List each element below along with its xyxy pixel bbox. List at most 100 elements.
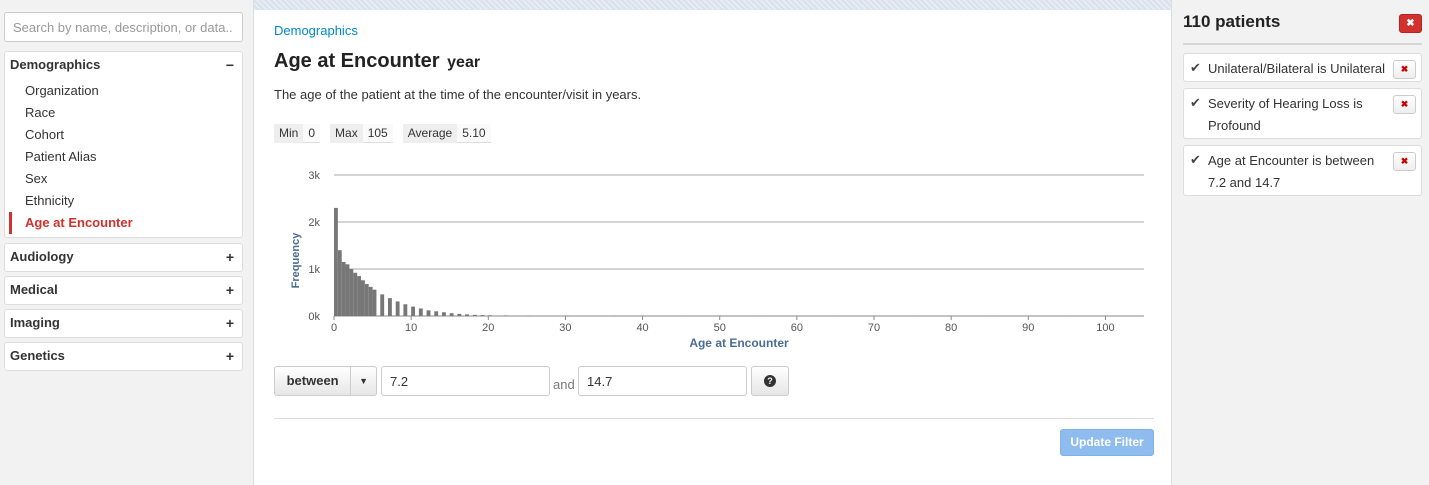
sidebar-item-patient-alias[interactable]: Patient Alias [5,146,242,168]
stat-max: Max 105 [330,124,393,143]
histogram-bar [480,315,485,316]
section-header-imaging[interactable]: Imaging + [5,310,242,338]
sidebar-item-organization[interactable]: Organization [5,80,242,102]
page-title: Age at Encounter year [274,50,480,73]
remove-filter-icon[interactable]: ✖ [1393,60,1416,79]
histogram-bar [388,298,392,316]
section-medical: Medical + [4,276,243,305]
histogram-bar [357,276,361,316]
histogram-bar [395,301,400,316]
x-tick-label: 70 [868,322,880,334]
stat-min: Min 0 [274,124,321,143]
remove-filter-icon[interactable]: ✖ [1393,152,1416,171]
histogram-bar [457,313,462,316]
section-header-audiology[interactable]: Audiology + [5,244,242,272]
stats-row: Min 0 Max 105 Average 5.10 [274,124,491,143]
x-tick-label: 0 [331,322,337,334]
filter-text: Unilateral/Bilateral is Unilateral [1208,61,1386,76]
stat-value: 0 [303,124,321,143]
histogram-bar [503,315,508,316]
remove-filter-icon[interactable]: ✖ [1393,95,1416,114]
section-audiology: Audiology + [4,243,243,272]
histogram-bar [334,207,338,316]
histogram-bar [465,314,469,316]
histogram-bar [403,304,408,316]
histogram-bar [372,289,377,316]
histogram-bar [426,310,431,316]
section-title: Demographics [10,57,101,72]
histogram-bar [368,286,373,316]
histogram-bar [472,314,477,316]
x-tick-label: 50 [714,322,726,334]
section-header-genetics[interactable]: Genetics + [5,343,242,371]
x-tick-label: 10 [405,322,417,334]
field-description: The age of the patient at the time of th… [274,87,642,102]
histogram-bar [353,272,358,316]
help-button[interactable]: ? [751,366,789,396]
divider [274,418,1154,419]
update-filter-button[interactable]: Update Filter [1060,429,1154,456]
separator [1183,43,1422,45]
histogram-bar [349,269,354,316]
right-sidebar: 110 patients ✖ ✔ Unilateral/Bilateral is… [1173,0,1429,485]
x-tick-label: 60 [791,322,803,334]
close-icon: ✖ [1406,18,1415,29]
stat-label: Max [330,124,363,143]
checkbox-checked-icon[interactable]: ✔ [1190,152,1201,168]
histogram-bar [434,311,439,316]
x-tick-label: 30 [559,322,571,334]
histogram-bar [488,315,493,316]
section-header-demographics[interactable]: Demographics − [5,52,242,80]
stat-value: 5.10 [457,124,491,143]
page-title-text: Age at Encounter [274,50,440,72]
y-tick-label: 0k [308,311,320,323]
sidebar-item-race[interactable]: Race [5,102,242,124]
section-header-medical[interactable]: Medical + [5,277,242,305]
section-demographics: Demographics − Organization Race Cohort … [4,51,243,238]
clear-all-button[interactable]: ✖ [1399,14,1422,33]
section-title: Genetics [10,348,65,363]
section-title: Audiology [10,249,74,264]
expand-icon[interactable]: + [226,277,234,303]
histogram-bar [442,312,446,316]
stat-label: Min [274,124,304,143]
range-to-input[interactable] [578,366,747,396]
x-axis-label: Age at Encounter [689,336,789,350]
x-tick-label: 20 [482,322,494,334]
histogram-bar [361,280,365,316]
expand-icon[interactable]: + [226,343,234,369]
operator-dropdown[interactable]: between ▼ [274,366,377,396]
sidebar-item-age-at-encounter[interactable]: Age at Encounter [9,212,242,234]
caret-down-icon[interactable]: ▼ [350,367,376,395]
and-label: and [553,377,575,392]
age-histogram: 0k 1k 2k 3k 0 10 20 30 40 50 60 70 80 90 100 Age at Enc… [274,160,1154,360]
sidebar-item-sex[interactable]: Sex [5,168,242,190]
stat-label: Average [402,124,458,143]
sidebar-item-cohort[interactable]: Cohort [5,124,242,146]
left-sidebar: Demographics − Organization Race Cohort … [0,0,252,485]
y-tick-label: 2k [308,217,320,229]
expand-icon[interactable]: + [226,244,234,270]
x-tick-label: 40 [636,322,648,334]
y-tick-label: 3k [308,170,320,182]
histogram-bar [345,264,350,316]
checkbox-checked-icon[interactable]: ✔ [1190,60,1201,76]
page-title-unit: year [447,54,481,71]
section-title: Medical [10,282,58,297]
search-input[interactable] [4,12,243,42]
operator-label: between [286,373,339,388]
histogram-bar [337,250,342,316]
range-from-input[interactable] [381,366,550,396]
filter-item: ✔ Severity of Hearing Loss is Profound ✖ [1183,88,1422,139]
collapse-icon[interactable]: − [226,52,234,78]
filter-text: Severity of Hearing Loss is Profound [1208,96,1363,133]
histogram-svg: 0k 1k 2k 3k 0 10 20 30 40 50 60 70 80 90 100 Age at Enc… [290,170,1144,350]
expand-icon[interactable]: + [226,310,234,336]
sidebar-item-ethnicity[interactable]: Ethnicity [5,190,242,212]
histogram-bar [411,306,415,316]
checkbox-checked-icon[interactable]: ✔ [1190,95,1201,111]
filter-item: ✔ Age at Encounter is between 7.2 and 14… [1183,145,1422,196]
x-tick-label: 80 [945,322,957,334]
section-genetics: Genetics + [4,342,243,371]
breadcrumb[interactable]: Demographics [274,23,358,38]
